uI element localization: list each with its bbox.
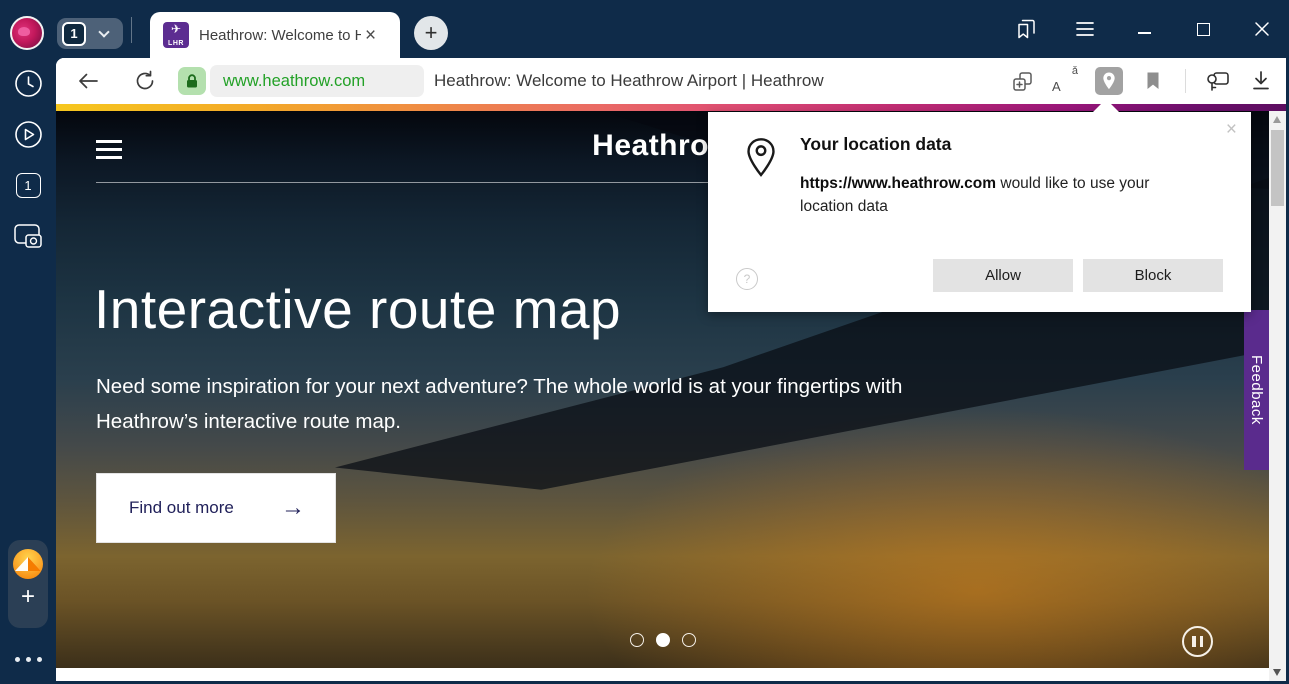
download-icon[interactable] bbox=[1248, 68, 1274, 94]
hero-heading: Interactive route map bbox=[94, 277, 621, 341]
chevron-down-icon bbox=[98, 26, 109, 37]
scroll-down-arrow[interactable] bbox=[1273, 669, 1281, 676]
close-icon[interactable] bbox=[1249, 16, 1275, 42]
profile-avatar[interactable] bbox=[10, 16, 44, 50]
browser-top-bar: 1 ✈ LHR Heathrow: Welcome to H × + bbox=[0, 0, 1289, 58]
arrow-right-icon: → bbox=[281, 494, 305, 522]
carousel-dot-2[interactable] bbox=[656, 633, 670, 647]
mail-icon[interactable] bbox=[13, 549, 43, 579]
location-permission-popup: × Your location data https://www.heathro… bbox=[708, 112, 1251, 312]
address-toolbar: www.heathrow.com Heathrow: Welcome to He… bbox=[56, 58, 1286, 104]
password-keys-icon[interactable] bbox=[1205, 68, 1231, 94]
browser-window: 1 ✈ LHR Heathrow: Welcome to H × + bbox=[0, 0, 1289, 684]
allow-button[interactable]: Allow bbox=[933, 259, 1073, 292]
popup-message: https://www.heathrow.com would like to u… bbox=[800, 172, 1198, 218]
new-tab-button[interactable]: + bbox=[414, 16, 448, 50]
sidebar: 1 + bbox=[0, 58, 56, 684]
history-clock-icon[interactable] bbox=[13, 68, 43, 98]
sync-bookmarks-icon[interactable] bbox=[1013, 16, 1039, 42]
window-panel-icon[interactable]: 1 bbox=[13, 170, 43, 200]
feedback-tab[interactable]: Feedback bbox=[1244, 310, 1269, 470]
url-text: www.heathrow.com bbox=[223, 72, 365, 91]
popup-title: Your location data bbox=[800, 134, 951, 155]
add-icon[interactable]: + bbox=[21, 585, 35, 609]
reload-icon[interactable] bbox=[133, 69, 157, 93]
scrollbar[interactable] bbox=[1269, 111, 1286, 681]
popup-arrow bbox=[1092, 99, 1120, 113]
tab-bar-separator bbox=[131, 17, 132, 43]
plane-icon: ✈ bbox=[163, 22, 189, 37]
address-bar-page-title[interactable]: Heathrow: Welcome to Heathrow Airport | … bbox=[434, 58, 824, 104]
lock-icon[interactable] bbox=[178, 67, 206, 95]
web-panel-group: + bbox=[8, 540, 48, 628]
back-icon[interactable] bbox=[76, 69, 100, 93]
capture-icon[interactable] bbox=[13, 221, 43, 251]
tab-counter[interactable]: 1 bbox=[57, 18, 123, 49]
carousel-dots bbox=[56, 633, 1269, 647]
minimize-icon[interactable] bbox=[1131, 16, 1157, 42]
help-icon[interactable]: ? bbox=[736, 268, 758, 290]
pause-icon[interactable] bbox=[1182, 626, 1213, 657]
scrollbar-thumb[interactable] bbox=[1271, 130, 1284, 206]
tab-count-badge: 1 bbox=[62, 22, 86, 46]
favicon-code: LHR bbox=[163, 40, 189, 47]
block-button[interactable]: Block bbox=[1083, 259, 1223, 292]
location-pin-icon[interactable] bbox=[1095, 67, 1123, 95]
tab-close-icon[interactable]: × bbox=[365, 26, 376, 45]
menu-icon[interactable] bbox=[1072, 16, 1098, 42]
carousel-dot-3[interactable] bbox=[682, 633, 696, 647]
cta-label: Find out more bbox=[129, 498, 234, 518]
scroll-up-arrow[interactable] bbox=[1273, 116, 1281, 123]
maximize-icon[interactable] bbox=[1190, 16, 1216, 42]
heathrow-favicon: ✈ LHR bbox=[163, 22, 189, 48]
tab-title: Heathrow: Welcome to H bbox=[199, 27, 361, 44]
copy-page-icon[interactable] bbox=[1009, 68, 1035, 94]
toolbar-separator bbox=[1185, 69, 1186, 93]
find-out-more-button[interactable]: Find out more → bbox=[96, 473, 336, 543]
location-pin-outline-icon bbox=[744, 136, 778, 185]
url-field[interactable]: www.heathrow.com bbox=[210, 65, 424, 97]
carousel-dot-1[interactable] bbox=[630, 633, 644, 647]
tab-heathrow[interactable]: ✈ LHR Heathrow: Welcome to H × bbox=[150, 12, 400, 58]
popup-site-url: https://www.heathrow.com bbox=[800, 175, 996, 192]
translate-icon[interactable]: Aǎ bbox=[1052, 68, 1078, 94]
hero-description: Need some inspiration for your next adve… bbox=[96, 369, 976, 439]
play-icon[interactable] bbox=[13, 119, 43, 149]
popup-close-icon[interactable]: × bbox=[1226, 120, 1237, 139]
more-dots-icon[interactable] bbox=[0, 657, 56, 662]
bookmark-icon[interactable] bbox=[1140, 68, 1166, 94]
